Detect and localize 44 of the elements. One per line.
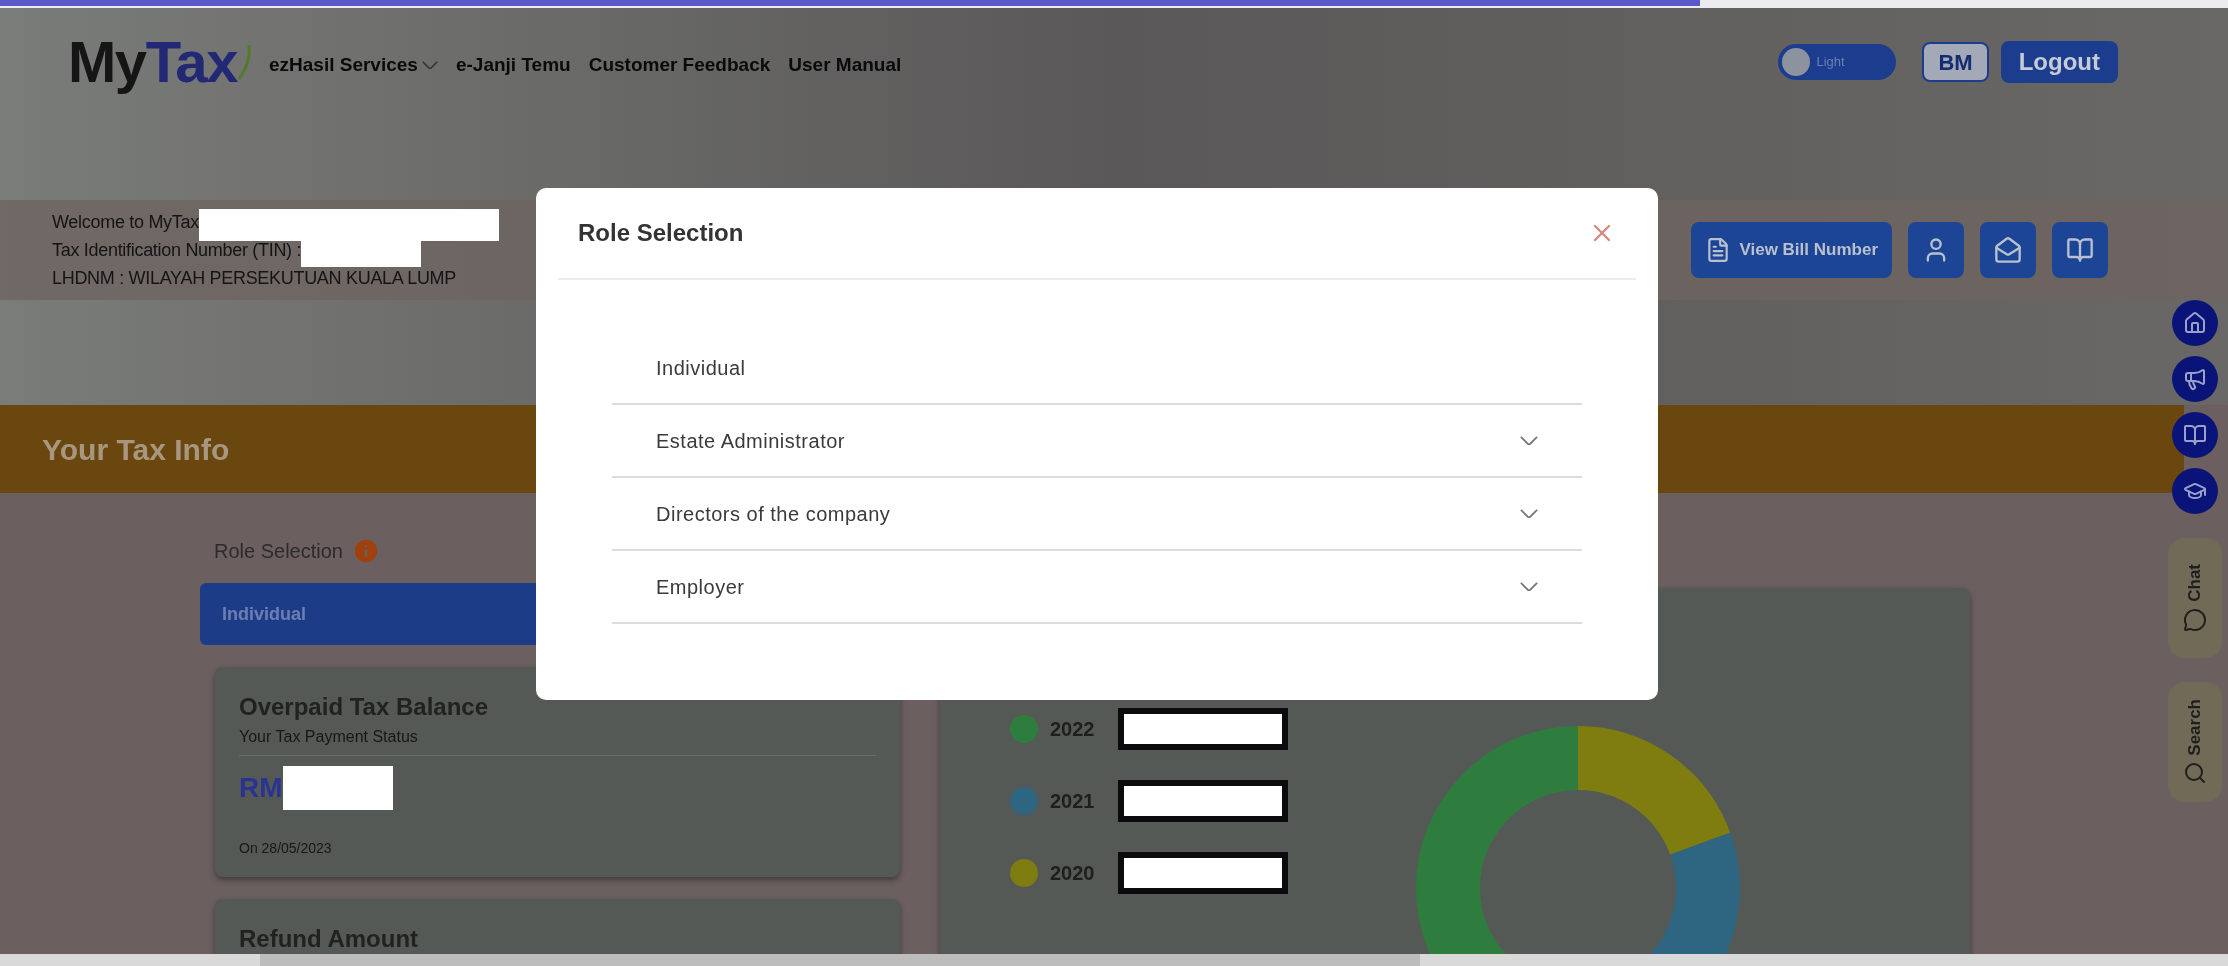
nav-link[interactable]: User Manual bbox=[788, 50, 902, 80]
role-selection-label: Role Selection bbox=[214, 539, 343, 564]
nav-link[interactable]: e-Janji Temu bbox=[455, 50, 571, 80]
language-button[interactable]: BM bbox=[1922, 42, 1989, 82]
chevron-icon bbox=[421, 60, 438, 70]
mail-button[interactable] bbox=[1980, 222, 2036, 278]
card-date: On 28/05/2023 bbox=[239, 839, 333, 858]
book-icon bbox=[2183, 423, 2207, 447]
megaphone-icon bbox=[2183, 367, 2207, 391]
role-option[interactable]: Individual bbox=[612, 332, 1582, 405]
logout-button[interactable]: Logout bbox=[2000, 41, 2118, 83]
legend-year: 2022 bbox=[1050, 717, 1096, 742]
nav-link[interactable]: ezHasil Services bbox=[268, 50, 438, 80]
card-subtitle: Your Tax Payment Status bbox=[239, 725, 876, 756]
role-option[interactable]: Employer bbox=[612, 551, 1582, 624]
dialog-title: Role Selection bbox=[578, 218, 744, 248]
role-option[interactable]: Estate Administrator bbox=[612, 405, 1582, 478]
legend-year: 2020 bbox=[1050, 861, 1096, 886]
view-bill-button[interactable]: View Bill Number bbox=[1691, 222, 1892, 278]
chevron-icon bbox=[1520, 508, 1538, 519]
chevron-icon bbox=[1520, 581, 1538, 592]
section-title: Your Tax Info bbox=[42, 431, 230, 468]
profile-button[interactable] bbox=[1908, 222, 1964, 278]
home-icon bbox=[2183, 311, 2207, 335]
shortcut-button[interactable] bbox=[2172, 468, 2218, 514]
side-tab[interactable]: Chat bbox=[2168, 538, 2222, 658]
scrollbar[interactable] bbox=[260, 954, 1420, 966]
legend-year: 2021 bbox=[1050, 789, 1096, 814]
amount-text: RM bbox=[239, 771, 283, 805]
shortcut-button[interactable] bbox=[2172, 412, 2218, 458]
role-option[interactable]: Directors of the company bbox=[612, 478, 1582, 551]
chevron-icon bbox=[1520, 435, 1538, 446]
theme-toggle[interactable]: Light bbox=[1778, 44, 1897, 80]
nav-link[interactable]: Customer Feedback bbox=[588, 50, 771, 80]
envelope-icon bbox=[1994, 236, 2022, 264]
welcome-text: Welcome to MyTax bbox=[52, 210, 199, 234]
toggle-knob bbox=[1782, 48, 1811, 76]
book-icon bbox=[2066, 236, 2094, 264]
search-icon bbox=[2183, 761, 2207, 786]
chat-icon bbox=[2183, 607, 2207, 632]
welcome-text: Tax Identification Number (TIN) : bbox=[52, 238, 302, 262]
side-tab[interactable]: Search bbox=[2168, 682, 2222, 802]
book-button[interactable] bbox=[2052, 222, 2108, 278]
welcome-text: LHDNM : WILAYAH PERSEKUTUAN KUALA LUMP bbox=[52, 266, 457, 290]
